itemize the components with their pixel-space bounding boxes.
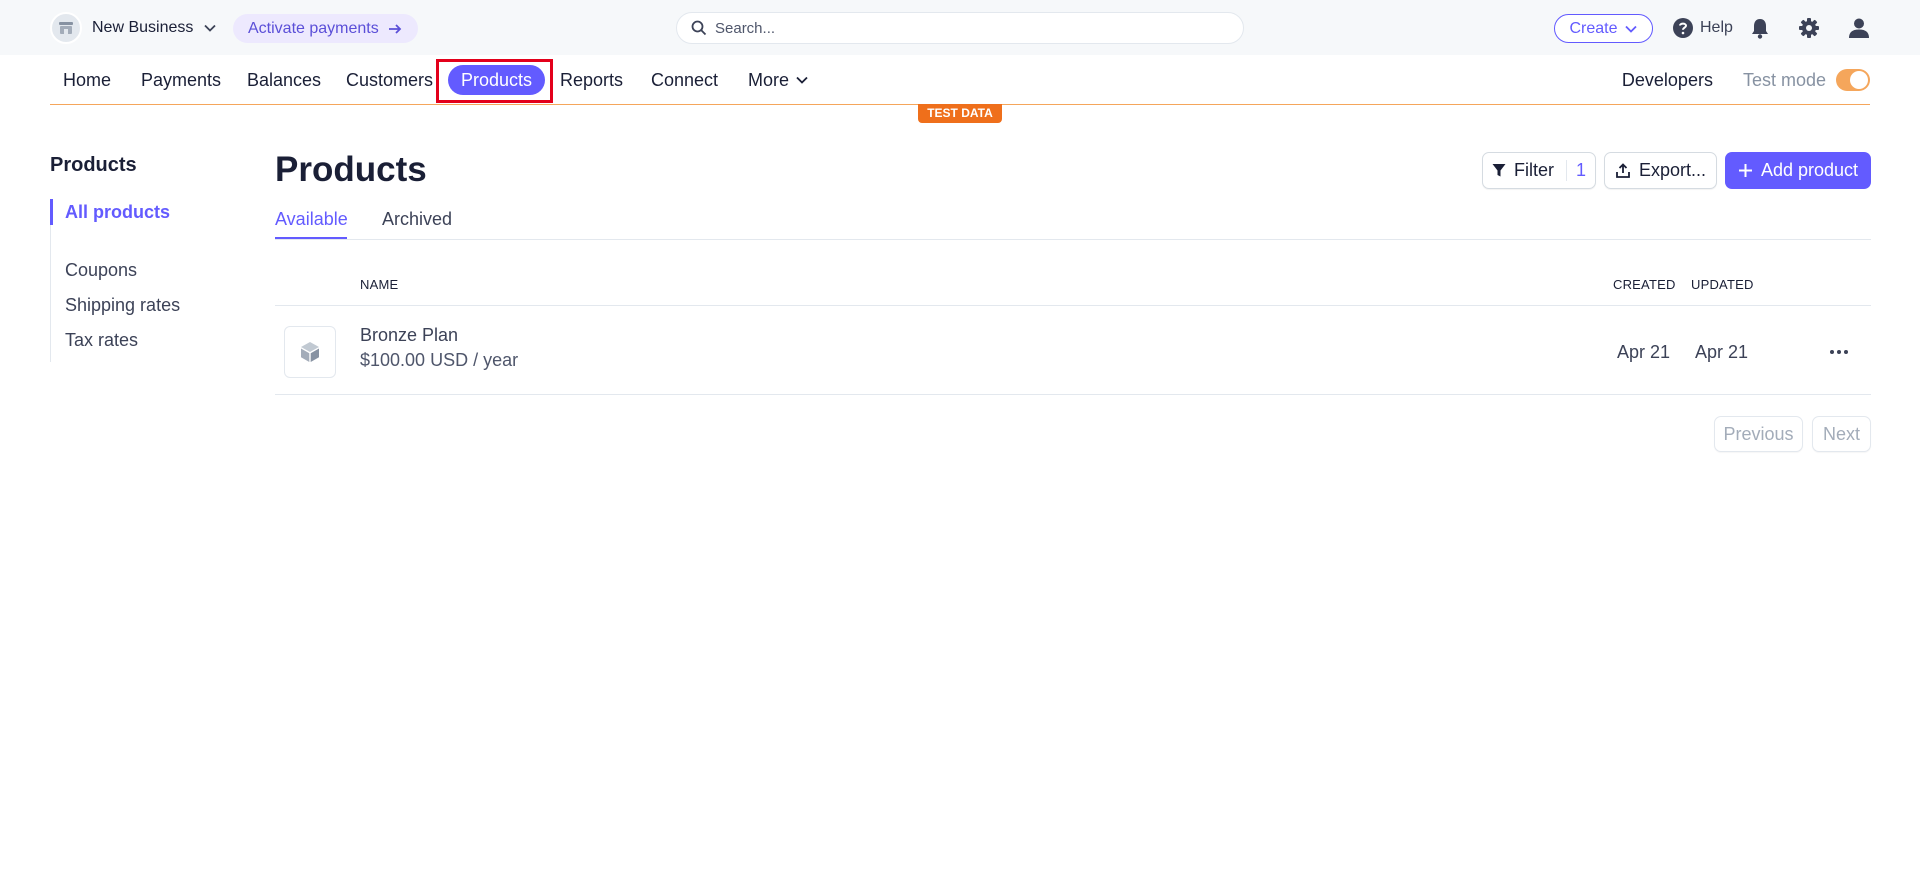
- top-bar: New Business Activate payments Create He…: [0, 0, 1920, 55]
- test-mode-toggle[interactable]: [1836, 69, 1870, 91]
- sidebar-title: Products: [50, 154, 137, 176]
- column-header-updated[interactable]: UPDATED: [1691, 277, 1754, 292]
- user-icon: [1849, 18, 1869, 38]
- product-tabs: Available Archived: [275, 205, 1871, 240]
- gear-icon: [1799, 18, 1819, 38]
- product-price: $100.00 USD / year: [360, 350, 519, 370]
- search-input[interactable]: [715, 19, 1215, 37]
- product-thumbnail: [284, 326, 336, 378]
- nav-item-home[interactable]: Home: [63, 65, 111, 95]
- test-mode-label: Test mode: [1742, 69, 1826, 90]
- export-button[interactable]: Export...: [1604, 152, 1717, 189]
- filter-button[interactable]: Filter 1: [1482, 152, 1596, 189]
- box-icon: [301, 342, 319, 362]
- create-button[interactable]: Create: [1554, 14, 1653, 43]
- row-overflow-menu[interactable]: [1827, 344, 1851, 360]
- nav-item-connect[interactable]: Connect: [651, 65, 718, 95]
- next-page-button[interactable]: Next: [1812, 416, 1871, 452]
- add-product-label: Add product: [1760, 160, 1859, 180]
- account-button[interactable]: [1846, 15, 1872, 41]
- nav-item-customers[interactable]: Customers: [346, 65, 433, 95]
- chevron-down-icon: [796, 76, 808, 84]
- tab-archived[interactable]: Archived: [382, 209, 452, 230]
- plus-icon: [1738, 164, 1752, 177]
- filter-count: 1: [1565, 160, 1586, 181]
- export-label: Export...: [1638, 160, 1707, 180]
- chevron-down-icon: [1624, 25, 1637, 33]
- column-header-created[interactable]: CREATED: [1613, 277, 1676, 292]
- table-header: NAME CREATED UPDATED: [275, 270, 1871, 306]
- test-mode-area: Developers Test mode: [1622, 65, 1870, 95]
- more-dot-icon: [1837, 350, 1841, 354]
- sidebar-item-tax-rates[interactable]: Tax rates: [65, 330, 138, 351]
- bell-icon: [1752, 19, 1768, 39]
- table-row[interactable]: Bronze Plan $100.00 USD / year Apr 21 Ap…: [275, 306, 1871, 395]
- more-dot-icon: [1844, 350, 1848, 354]
- active-tab-underline: [275, 237, 347, 239]
- help-button[interactable]: Help: [1672, 15, 1733, 41]
- sidebar-active-marker: [50, 199, 53, 225]
- chevron-down-icon: [204, 24, 217, 32]
- main-nav: Home Payments Balances Customers Product…: [50, 56, 1870, 105]
- more-dot-icon: [1830, 350, 1834, 354]
- business-switcher[interactable]: New Business: [50, 12, 217, 44]
- sidebar-item-coupons[interactable]: Coupons: [65, 260, 137, 281]
- test-data-badge: TEST DATA: [918, 104, 1002, 123]
- developers-link[interactable]: Developers: [1622, 70, 1713, 91]
- filter-icon: [1492, 164, 1506, 177]
- search-icon: [691, 20, 707, 36]
- nav-item-payments[interactable]: Payments: [141, 65, 221, 95]
- create-label: Create: [1569, 19, 1618, 37]
- nav-item-balances[interactable]: Balances: [247, 65, 321, 95]
- page-title: Products: [275, 150, 427, 189]
- sidebar: All products Coupons Shipping rates Tax …: [50, 199, 210, 362]
- help-label: Help: [1700, 19, 1733, 36]
- filter-label: Filter: [1513, 160, 1554, 180]
- arrow-right-icon: [388, 23, 402, 34]
- search-bar[interactable]: [676, 12, 1244, 44]
- export-icon: [1616, 162, 1630, 178]
- nav-item-reports[interactable]: Reports: [560, 65, 623, 95]
- product-updated: Apr 21: [1695, 342, 1749, 362]
- add-product-button[interactable]: Add product: [1725, 152, 1871, 189]
- product-created: Apr 21: [1617, 342, 1671, 362]
- previous-page-button[interactable]: Previous: [1714, 416, 1803, 452]
- store-icon: [50, 12, 82, 44]
- activate-payments-button[interactable]: Activate payments: [233, 14, 418, 43]
- settings-button[interactable]: [1796, 15, 1822, 41]
- nav-more-label: More: [748, 70, 790, 90]
- sidebar-item-shipping-rates[interactable]: Shipping rates: [65, 295, 180, 316]
- activate-payments-label: Activate payments: [248, 19, 379, 37]
- notifications-button[interactable]: [1747, 15, 1773, 41]
- help-icon: [1673, 18, 1693, 38]
- active-nav-highlight: [436, 59, 553, 103]
- column-header-name[interactable]: NAME: [360, 277, 398, 292]
- nav-item-more[interactable]: More: [748, 65, 809, 95]
- business-name: New Business: [92, 19, 194, 36]
- tab-available[interactable]: Available: [275, 209, 348, 230]
- product-name[interactable]: Bronze Plan: [360, 325, 458, 346]
- sidebar-item-all-products[interactable]: All products: [65, 202, 170, 223]
